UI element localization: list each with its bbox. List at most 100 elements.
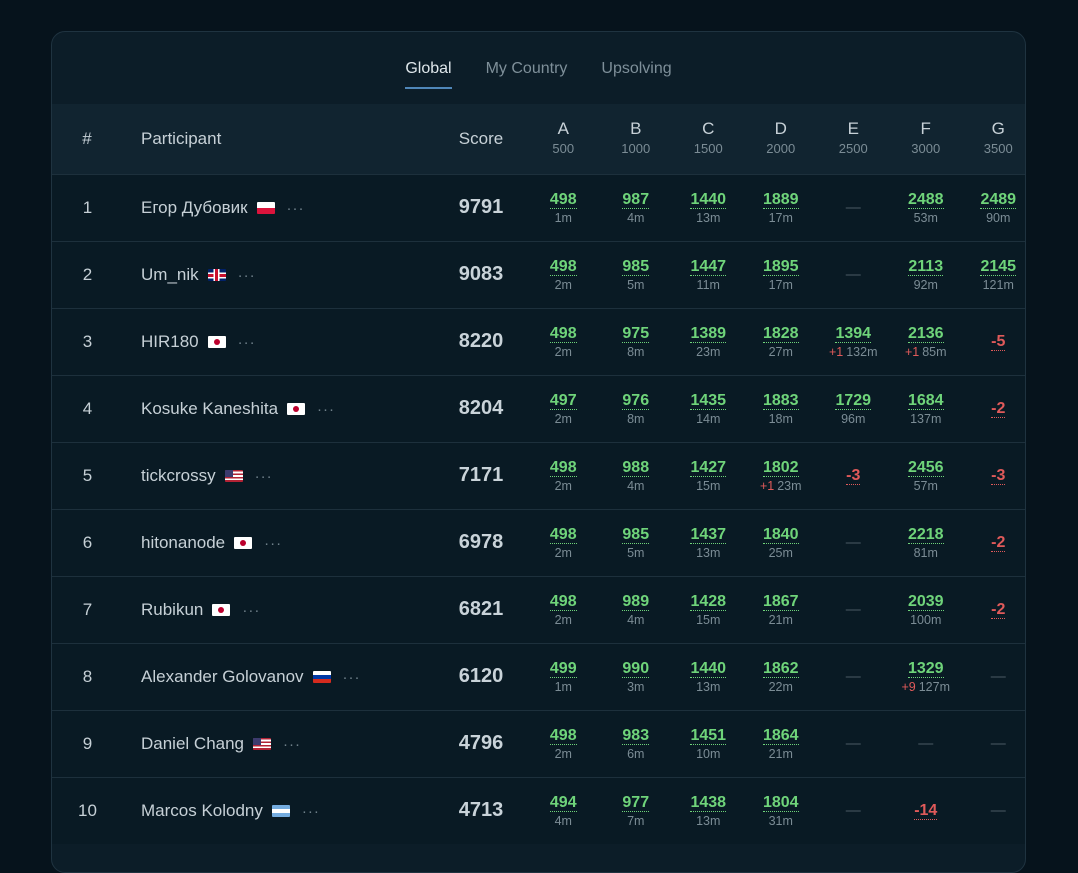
failed-attempts[interactable]: -5 (991, 333, 1006, 351)
more-options-icon[interactable]: ··· (242, 602, 260, 619)
problem-score[interactable]: 985 (622, 526, 650, 544)
rank-header[interactable]: # (52, 104, 123, 174)
participant-name[interactable]: Daniel Chang (141, 734, 244, 753)
problem-score[interactable]: 2145 (980, 258, 1017, 276)
tab-global[interactable]: Global (405, 60, 452, 89)
more-options-icon[interactable]: ··· (283, 736, 301, 753)
problem-score[interactable]: 1684 (907, 392, 944, 410)
participant-name[interactable]: Kosuke Kaneshita (141, 399, 278, 418)
tab-upsolving[interactable]: Upsolving (601, 60, 671, 87)
problem-score[interactable]: 1428 (690, 593, 727, 611)
problem-score[interactable]: 2136 (907, 325, 944, 343)
participant-header[interactable]: Participant (123, 104, 435, 174)
problem-score[interactable]: 2218 (907, 526, 944, 544)
problem-score[interactable]: 989 (622, 593, 650, 611)
problem-c-header[interactable]: C 1500 (672, 104, 745, 174)
more-options-icon[interactable]: ··· (287, 200, 305, 217)
problem-score[interactable]: 1435 (690, 392, 727, 410)
problem-score[interactable]: 1447 (690, 258, 727, 276)
more-options-icon[interactable]: ··· (238, 267, 256, 284)
problem-score[interactable]: 1802 (762, 459, 799, 477)
problem-score[interactable]: 1889 (762, 191, 799, 209)
failed-attempts[interactable]: -3 (846, 467, 861, 485)
problem-score[interactable]: 1427 (690, 459, 727, 477)
problem-score[interactable]: 1329 (907, 660, 944, 678)
more-options-icon[interactable]: ··· (255, 468, 273, 485)
total-score: 9083 (458, 263, 504, 285)
problem-score[interactable]: 983 (622, 727, 650, 745)
problem-b-header[interactable]: B 1000 (600, 104, 673, 174)
problem-a-header[interactable]: A 500 (527, 104, 600, 174)
problem-score[interactable]: 499 (549, 660, 577, 678)
problem-score[interactable]: 498 (549, 191, 577, 209)
score-header[interactable]: Score (435, 104, 527, 174)
problem-letter: C (702, 118, 715, 138)
problem-score[interactable]: 976 (622, 392, 650, 410)
problem-score[interactable]: 977 (622, 794, 650, 812)
more-options-icon[interactable]: ··· (264, 535, 282, 552)
failed-attempts[interactable]: -14 (914, 802, 938, 820)
problem-score[interactable]: 2456 (907, 459, 944, 477)
problem-score[interactable]: 975 (622, 325, 650, 343)
problem-score[interactable]: 1394 (835, 325, 872, 343)
problem-score[interactable]: 2488 (907, 191, 944, 209)
problem-f-header[interactable]: F 3000 (890, 104, 963, 174)
problem-score[interactable]: 985 (622, 258, 650, 276)
failed-attempts[interactable]: -2 (991, 534, 1006, 552)
problem-g-header[interactable]: G 3500 (962, 104, 1025, 174)
problem-cell: 1451 10m (672, 710, 745, 777)
problem-score[interactable]: 1729 (835, 392, 872, 410)
participant-name[interactable]: HIR180 (141, 332, 199, 351)
problem-d-header[interactable]: D 2000 (745, 104, 818, 174)
problem-score[interactable]: 1804 (762, 794, 799, 812)
problem-e-header[interactable]: E 2500 (817, 104, 890, 174)
more-options-icon[interactable]: ··· (302, 803, 320, 820)
problem-score[interactable]: 2113 (908, 258, 944, 276)
problem-score[interactable]: 1437 (690, 526, 727, 544)
problem-score[interactable]: 497 (549, 392, 577, 410)
problem-score[interactable]: 2039 (907, 593, 944, 611)
more-options-icon[interactable]: ··· (317, 401, 335, 418)
problem-score[interactable]: 498 (549, 526, 577, 544)
problem-score[interactable]: 1895 (762, 258, 799, 276)
participant-name[interactable]: Егор Дубовик (141, 198, 248, 217)
time-value: 14m (696, 411, 721, 426)
participant-name[interactable]: Rubikun (141, 600, 203, 619)
submission-time: 5m (601, 278, 672, 292)
problem-score[interactable]: 2489 (980, 191, 1017, 209)
tab-my-country[interactable]: My Country (486, 60, 568, 87)
problem-cell: 1862 22m (745, 643, 818, 710)
problem-score[interactable]: 1440 (690, 660, 727, 678)
problem-score[interactable]: 1389 (690, 325, 727, 343)
problem-score[interactable]: 1451 (690, 727, 727, 745)
problem-score[interactable]: 988 (622, 459, 650, 477)
participant-name[interactable]: Um_nik (141, 265, 199, 284)
problem-score[interactable]: 498 (549, 459, 577, 477)
participant-name[interactable]: Marcos Kolodny (141, 801, 263, 820)
participant-name[interactable]: Alexander Golovanov (141, 667, 304, 686)
problem-score[interactable]: 987 (622, 191, 650, 209)
failed-attempts[interactable]: -2 (991, 601, 1006, 619)
submission-time: 2m (528, 546, 599, 560)
problem-score[interactable]: 990 (622, 660, 650, 678)
failed-attempts[interactable]: -3 (991, 467, 1006, 485)
problem-score[interactable]: 498 (549, 593, 577, 611)
problem-score[interactable]: 1828 (762, 325, 799, 343)
problem-score[interactable]: 498 (549, 258, 577, 276)
problem-score[interactable]: 1840 (762, 526, 799, 544)
participant-name[interactable]: hitonanode (141, 533, 225, 552)
participant-name[interactable]: tickcrossy (141, 466, 216, 485)
problem-score[interactable]: 494 (549, 794, 577, 812)
failed-attempts[interactable]: -2 (991, 400, 1006, 418)
problem-score[interactable]: 1883 (762, 392, 799, 410)
problem-score[interactable]: 1864 (762, 727, 799, 745)
problem-score[interactable]: 1440 (690, 191, 727, 209)
problem-score[interactable]: 1862 (762, 660, 799, 678)
more-options-icon[interactable]: ··· (343, 669, 361, 686)
problem-score[interactable]: 1438 (690, 794, 727, 812)
problem-score[interactable]: 498 (549, 325, 577, 343)
rank-cell: 1 (82, 197, 93, 217)
more-options-icon[interactable]: ··· (238, 334, 256, 351)
problem-score[interactable]: 1867 (762, 593, 799, 611)
problem-score[interactable]: 498 (549, 727, 577, 745)
